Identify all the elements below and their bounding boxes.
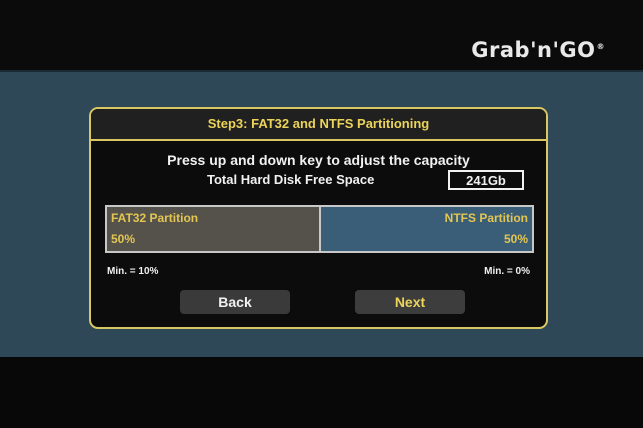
ntfs-percent: 50%: [503, 232, 528, 246]
partition-dialog: Step3: FAT32 and NTFS Partitioning Press…: [89, 107, 548, 329]
instruction-text: Press up and down key to adjust the capa…: [167, 152, 470, 168]
back-button[interactable]: Back: [180, 290, 290, 314]
free-space-label: Total Hard Disk Free Space: [207, 172, 375, 187]
brand-logo: Grab'n'GO®: [471, 38, 605, 62]
ntfs-partition-label: NTFS Partition: [444, 211, 528, 225]
dialog-title: Step3: FAT32 and NTFS Partitioning: [91, 109, 546, 141]
fat32-min-label: Min. = 10%: [107, 266, 159, 277]
bottom-band: [0, 357, 643, 428]
free-space-value: 241Gb: [448, 170, 524, 190]
fat32-partition-label: FAT32 Partition: [111, 211, 199, 225]
partition-slider[interactable]: FAT32 Partition 50% NTFS Partition 50%: [105, 205, 534, 253]
brand-logo-text: Grab'n'GO: [471, 38, 596, 62]
ntfs-partition[interactable]: NTFS Partition 50%: [320, 207, 532, 251]
top-band: Grab'n'GO®: [0, 0, 643, 70]
fat32-percent: 50%: [111, 232, 136, 246]
next-button[interactable]: Next: [355, 290, 465, 314]
fat32-partition[interactable]: FAT32 Partition 50%: [107, 207, 321, 251]
registered-mark: ®: [596, 42, 605, 51]
ntfs-min-label: Min. = 0%: [484, 266, 530, 277]
